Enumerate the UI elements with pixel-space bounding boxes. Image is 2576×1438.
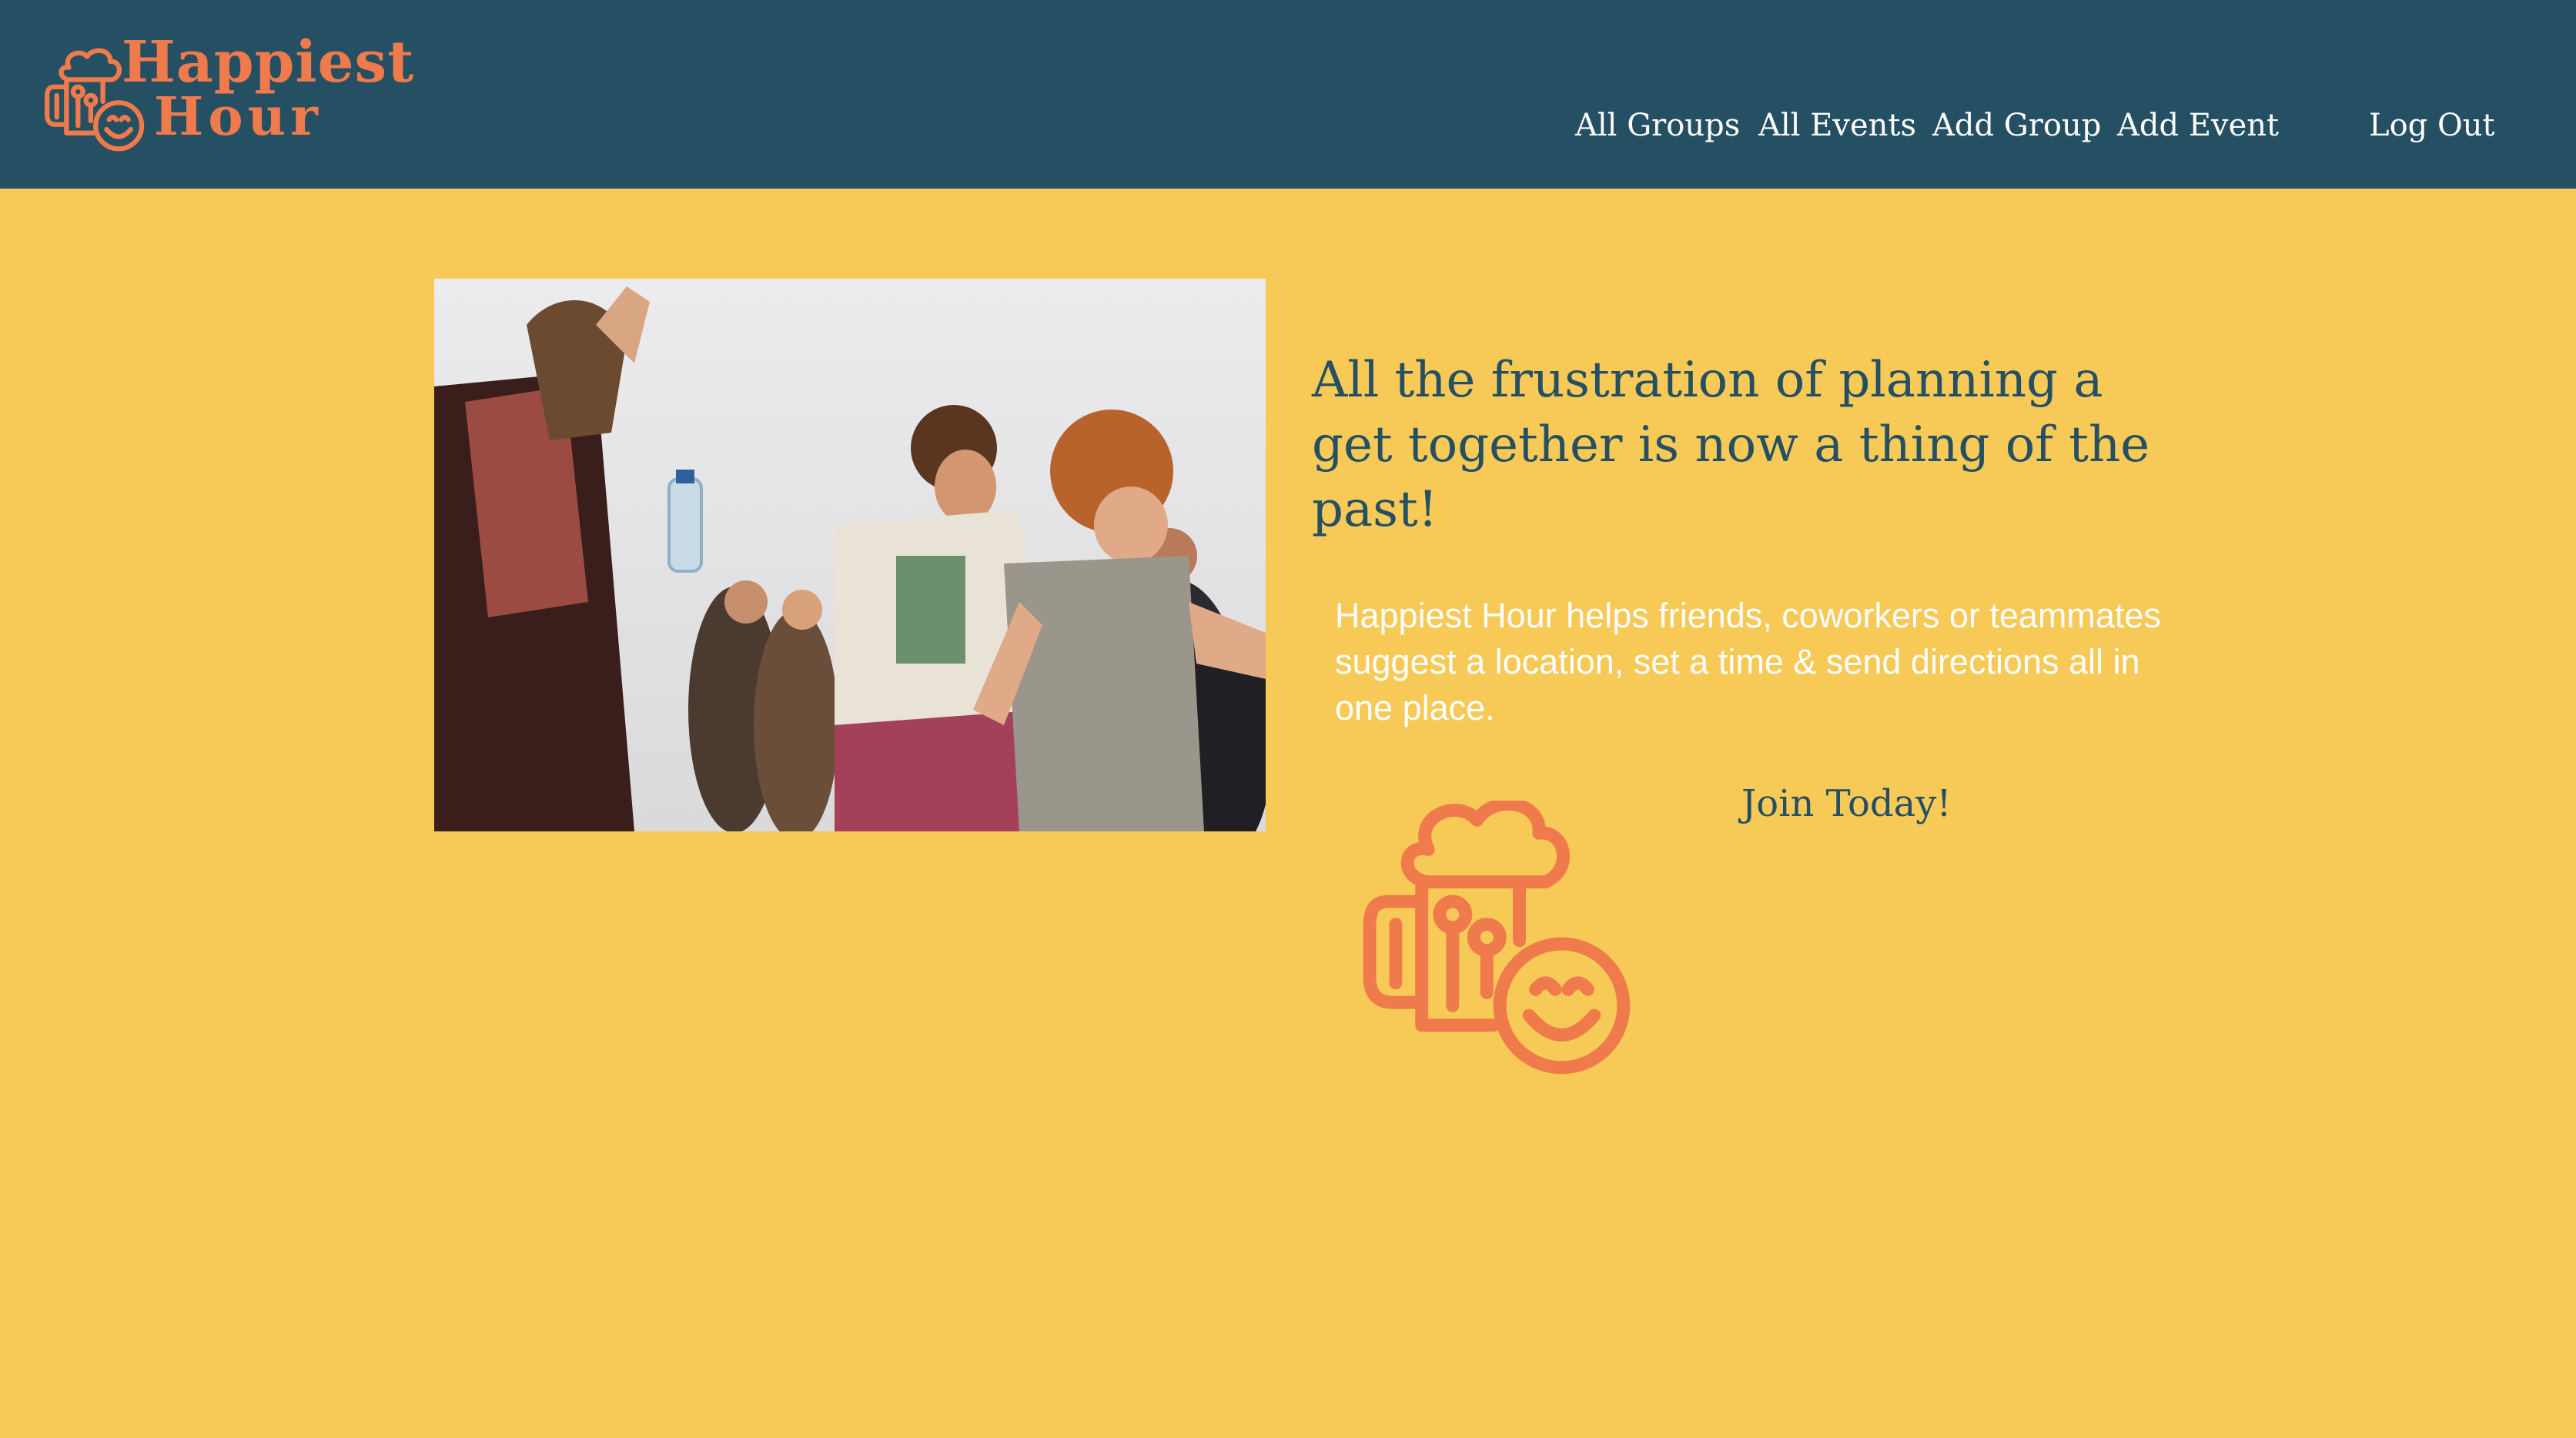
brand-name-line2: Hour: [154, 86, 323, 148]
hero-headline: All the frustration of planning a get to…: [1312, 352, 2150, 538]
nav-link-add-event[interactable]: Add Event: [2117, 108, 2279, 154]
join-today-link[interactable]: Join Today!: [1741, 782, 1952, 825]
top-navigation-bar: Happiest Hour All Groups All Events Add …: [0, 0, 2576, 189]
beer-mug-smiley-icon: [1363, 801, 1631, 1075]
crowd-dancing-photo: [434, 279, 1266, 831]
hero-photo-illustration: [434, 279, 1266, 831]
nav-link-all-groups[interactable]: All Groups: [1575, 108, 1740, 154]
hero-description: Happiest Hour helps friends, coworkers o…: [1335, 596, 2161, 727]
nav-link-log-out[interactable]: Log Out: [2369, 108, 2495, 154]
nav-link-all-events[interactable]: All Events: [1758, 108, 1916, 154]
nav-link-add-group[interactable]: Add Group: [1932, 108, 2101, 154]
brand-logo[interactable]: Happiest Hour: [45, 29, 413, 154]
